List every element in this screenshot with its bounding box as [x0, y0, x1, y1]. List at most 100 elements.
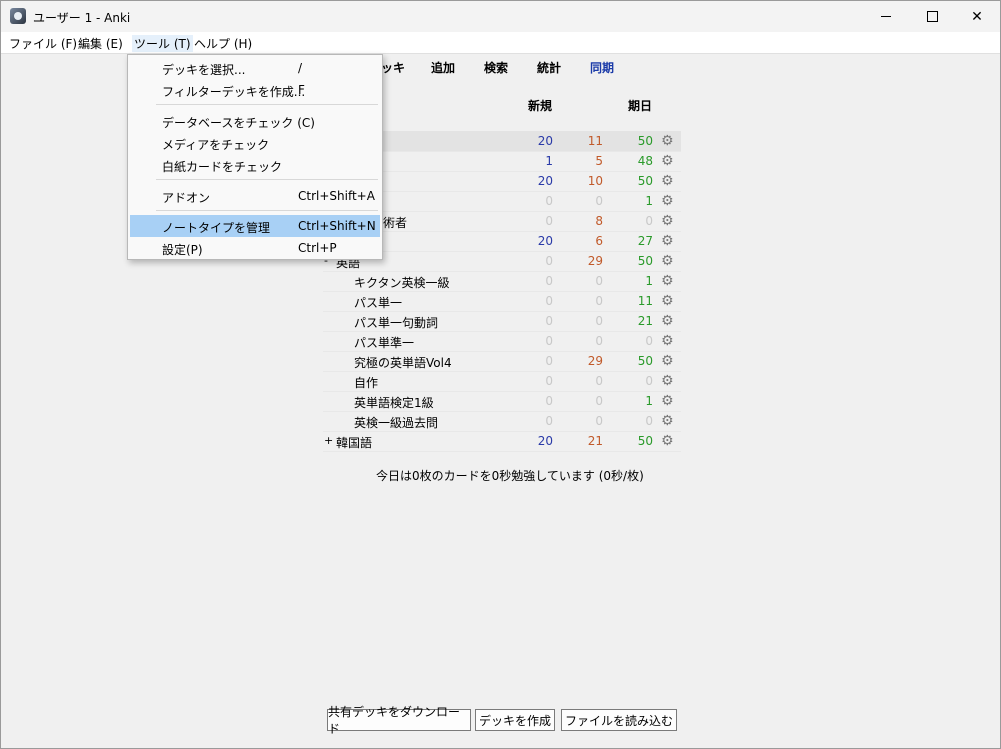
gear-icon[interactable]: ⚙ — [661, 313, 674, 329]
toolbar-browse[interactable]: 検索 — [484, 59, 508, 76]
gear-icon[interactable]: ⚙ — [661, 413, 674, 429]
deck-name[interactable]: 究極の英単語Vol4 — [354, 354, 452, 371]
menu-item-label: 白紙カードをチェック — [162, 160, 283, 174]
gear-icon[interactable]: ⚙ — [661, 213, 674, 229]
deck-count-new: 0 — [545, 214, 553, 228]
menu-item-shortcut: / — [298, 61, 303, 75]
deck-count-learn: 11 — [587, 134, 603, 148]
deck-count-due: 50 — [637, 254, 653, 268]
deck-name[interactable]: パス単準一 — [354, 334, 414, 351]
deck-count-new: 0 — [545, 314, 553, 328]
deck-count-new: 20 — [537, 234, 553, 248]
menu-file[interactable]: ファイル (F) — [7, 35, 79, 52]
deck-count-due: 1 — [645, 394, 653, 408]
deck-count-due: 1 — [645, 194, 653, 208]
deck-row[interactable]: パス単一句動詞 0 0 21 ⚙ — [323, 311, 681, 332]
toolbar-add[interactable]: 追加 — [431, 59, 455, 76]
gear-icon[interactable]: ⚙ — [661, 353, 674, 369]
minimize-icon — [881, 16, 891, 17]
gear-icon[interactable]: ⚙ — [661, 173, 674, 189]
download-shared-deck-button[interactable]: 共有デッキをダウンロード — [327, 705, 471, 736]
deck-row[interactable]: + 韓国語 20 21 50 ⚙ — [323, 431, 681, 452]
gear-icon[interactable]: ⚙ — [661, 133, 674, 149]
close-icon: ✕ — [971, 8, 983, 25]
gear-icon[interactable]: ⚙ — [661, 273, 674, 289]
deck-count-learn: 10 — [587, 174, 603, 188]
menu-item-label: メディアをチェック — [162, 138, 270, 152]
menu-item-select-deck[interactable]: デッキを選択... / — [130, 57, 380, 79]
study-summary: 今日は0枚のカードを0秒勉強しています (0秒/枚) — [376, 469, 644, 483]
menu-item-check-media[interactable]: メディアをチェック — [130, 132, 380, 154]
deck-row[interactable]: パス単一 0 0 11 ⚙ — [323, 291, 681, 312]
toolbar-stats[interactable]: 統計 — [537, 59, 561, 76]
toolbar-sync[interactable]: 同期 — [590, 59, 614, 76]
maximize-icon — [926, 11, 938, 22]
menu-item-addons[interactable]: アドオン Ctrl+Shift+A — [130, 185, 380, 207]
deck-row[interactable]: 英単語検定1級 0 0 1 ⚙ — [323, 391, 681, 412]
menu-item-preferences[interactable]: 設定(P) Ctrl+P — [130, 237, 380, 259]
menu-help[interactable]: ヘルプ (H) — [192, 35, 254, 52]
deck-row[interactable]: 究極の英単語Vol4 0 29 50 ⚙ — [323, 351, 681, 372]
menu-item-manage-note-types[interactable]: ノートタイプを管理 Ctrl+Shift+N — [130, 215, 380, 237]
import-file-button[interactable]: ファイルを読み込む — [561, 709, 677, 731]
menu-tools[interactable]: ツール (T) — [132, 35, 193, 52]
menu-edit[interactable]: 編集 (E) — [76, 35, 125, 52]
close-button[interactable]: ✕ — [954, 1, 1000, 32]
minimize-button[interactable] — [863, 1, 909, 32]
deck-count-due: 27 — [637, 234, 653, 248]
deck-count-learn: 29 — [587, 354, 603, 368]
menu-item-shortcut: Ctrl+Shift+N — [298, 219, 376, 233]
deck-count-learn: 21 — [587, 434, 603, 448]
deck-count-learn: 0 — [595, 314, 603, 328]
create-deck-button[interactable]: デッキを作成 — [475, 709, 555, 731]
deck-count-learn: 0 — [595, 194, 603, 208]
deck-name[interactable]: パス単一句動詞 — [354, 314, 438, 331]
deck-count-learn: 0 — [595, 394, 603, 408]
gear-icon[interactable]: ⚙ — [661, 153, 674, 169]
menu-bar: ファイル (F) 編集 (E) ツール (T) ヘルプ (H) — [1, 32, 1000, 54]
menu-item-check-database[interactable]: データベースをチェック (C) — [130, 110, 380, 132]
deck-count-learn: 6 — [595, 234, 603, 248]
deck-count-learn: 0 — [595, 414, 603, 428]
deck-row[interactable]: パス単準一 0 0 0 ⚙ — [323, 331, 681, 352]
deck-name[interactable]: 英検一級過去問 — [354, 414, 438, 431]
menu-separator — [156, 104, 378, 105]
menu-item-label: デッキを選択... — [162, 63, 246, 77]
deck-name[interactable]: 韓国語 — [336, 434, 372, 451]
deck-count-new: 1 — [545, 154, 553, 168]
toolbar-decks[interactable]: ッキ — [381, 59, 405, 76]
deck-name[interactable]: キクタン英検一級 — [354, 274, 450, 291]
gear-icon[interactable]: ⚙ — [661, 373, 674, 389]
gear-icon[interactable]: ⚙ — [661, 433, 674, 449]
menu-item-label: データベースをチェック (C) — [162, 116, 315, 130]
deck-count-due: 50 — [637, 174, 653, 188]
maximize-button[interactable] — [909, 1, 955, 32]
deck-count-new: 0 — [545, 394, 553, 408]
deck-name[interactable]: 英単語検定1級 — [354, 394, 434, 411]
gear-icon[interactable]: ⚙ — [661, 193, 674, 209]
deck-count-new: 20 — [537, 434, 553, 448]
deck-name[interactable]: 自作 — [354, 374, 378, 391]
deck-count-new: 0 — [545, 254, 553, 268]
deck-row[interactable]: 自作 0 0 0 ⚙ — [323, 371, 681, 392]
deck-expander[interactable]: + — [324, 434, 333, 447]
deck-name[interactable]: パス単一 — [354, 294, 402, 311]
deck-count-due: 50 — [637, 434, 653, 448]
menu-item-label: 設定(P) — [162, 243, 203, 257]
menu-item-shortcut: Ctrl+Shift+A — [298, 189, 375, 203]
menu-item-shortcut: F — [298, 83, 305, 97]
deck-count-learn: 0 — [595, 374, 603, 388]
gear-icon[interactable]: ⚙ — [661, 293, 674, 309]
deck-row[interactable]: キクタン英検一級 0 0 1 ⚙ — [323, 271, 681, 292]
gear-icon[interactable]: ⚙ — [661, 393, 674, 409]
column-header-due: 期日 — [628, 99, 653, 113]
menu-item-create-filtered-deck[interactable]: フィルターデッキを作成... F — [130, 79, 380, 101]
gear-icon[interactable]: ⚙ — [661, 333, 674, 349]
deck-count-new: 0 — [545, 374, 553, 388]
menu-item-check-empty-cards[interactable]: 白紙カードをチェック — [130, 154, 380, 176]
deck-row[interactable]: 英検一級過去問 0 0 0 ⚙ — [323, 411, 681, 432]
window-title: ユーザー 1 - Anki — [33, 11, 131, 25]
gear-icon[interactable]: ⚙ — [661, 233, 674, 249]
gear-icon[interactable]: ⚙ — [661, 253, 674, 269]
deck-count-due: 0 — [645, 334, 653, 348]
